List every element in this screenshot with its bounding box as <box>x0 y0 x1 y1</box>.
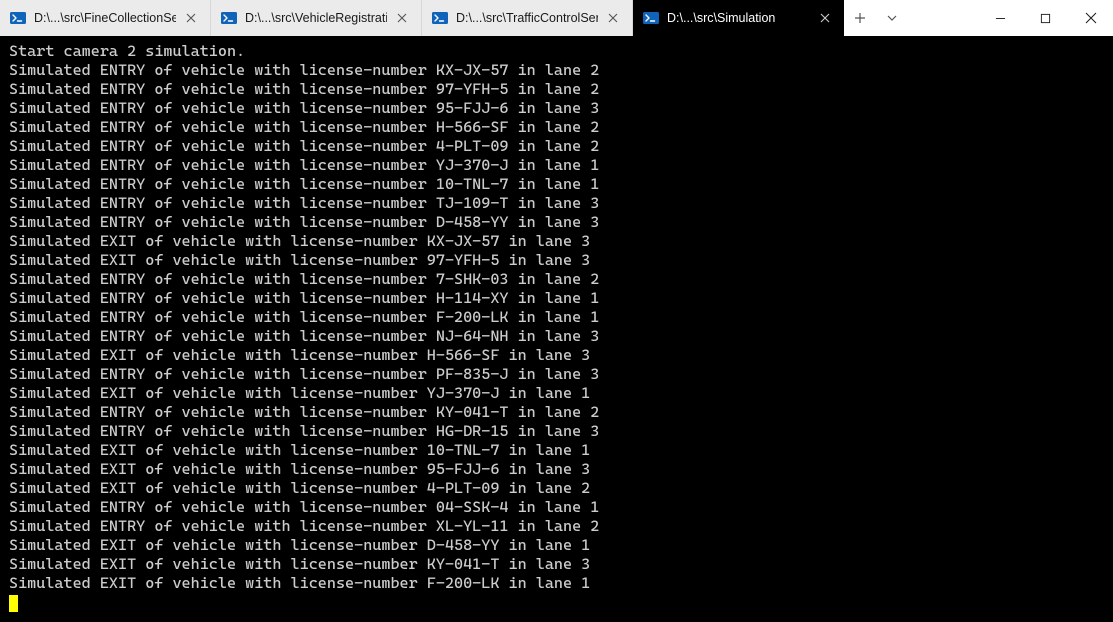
terminal-line: Simulated ENTRY of vehicle with license-… <box>9 213 1104 232</box>
titlebar-drag-area[interactable] <box>908 0 978 36</box>
terminal-line: Simulated ENTRY of vehicle with license-… <box>9 99 1104 118</box>
close-tab-button[interactable] <box>182 9 200 27</box>
tab-dropdown-button[interactable] <box>876 0 908 36</box>
terminal-output[interactable]: Start camera 2 simulation.Simulated ENTR… <box>0 36 1113 622</box>
tab-label: D:\...\src\TrafficControlServi <box>456 11 598 25</box>
terminal-line: Simulated ENTRY of vehicle with license-… <box>9 118 1104 137</box>
tab-traffic-control[interactable]: D:\...\src\TrafficControlServi <box>422 0 633 36</box>
tab-vehicle-registration[interactable]: D:\...\src\VehicleRegistration <box>211 0 422 36</box>
close-tab-button[interactable] <box>604 9 622 27</box>
terminal-line: Simulated ENTRY of vehicle with license-… <box>9 270 1104 289</box>
close-window-button[interactable] <box>1068 0 1113 36</box>
terminal-line: Simulated ENTRY of vehicle with license-… <box>9 137 1104 156</box>
tab-label: D:\...\src\Simulation <box>667 11 810 25</box>
terminal-line: Simulated ENTRY of vehicle with license-… <box>9 308 1104 327</box>
terminal-line: Simulated ENTRY of vehicle with license-… <box>9 61 1104 80</box>
terminal-line: Simulated ENTRY of vehicle with license-… <box>9 175 1104 194</box>
terminal-line: Simulated EXIT of vehicle with license-n… <box>9 384 1104 403</box>
tab-label: D:\...\src\VehicleRegistration <box>245 11 387 25</box>
terminal-line: Start camera 2 simulation. <box>9 42 1104 61</box>
terminal-line: Simulated ENTRY of vehicle with license-… <box>9 289 1104 308</box>
terminal-line: Simulated ENTRY of vehicle with license-… <box>9 498 1104 517</box>
powershell-icon <box>10 10 26 26</box>
maximize-button[interactable] <box>1023 0 1068 36</box>
terminal-line: Simulated ENTRY of vehicle with license-… <box>9 403 1104 422</box>
terminal-line: Simulated EXIT of vehicle with license-n… <box>9 555 1104 574</box>
terminal-line: Simulated EXIT of vehicle with license-n… <box>9 251 1104 270</box>
powershell-icon <box>221 10 237 26</box>
close-tab-button[interactable] <box>816 9 834 27</box>
terminal-line: Simulated EXIT of vehicle with license-n… <box>9 232 1104 251</box>
tab-simulation[interactable]: D:\...\src\Simulation <box>633 0 844 36</box>
terminal-line: Simulated EXIT of vehicle with license-n… <box>9 479 1104 498</box>
window-controls <box>978 0 1113 36</box>
tab-fine-collection[interactable]: D:\...\src\FineCollectionServ <box>0 0 211 36</box>
powershell-icon <box>643 10 659 26</box>
terminal-line: Simulated ENTRY of vehicle with license-… <box>9 517 1104 536</box>
terminal-line: Simulated EXIT of vehicle with license-n… <box>9 574 1104 593</box>
minimize-button[interactable] <box>978 0 1023 36</box>
terminal-line: Simulated ENTRY of vehicle with license-… <box>9 422 1104 441</box>
terminal-line: Simulated EXIT of vehicle with license-n… <box>9 536 1104 555</box>
tab-label: D:\...\src\FineCollectionServ <box>34 11 176 25</box>
new-tab-button[interactable] <box>844 0 876 36</box>
titlebar: D:\...\src\FineCollectionServ D:\...\src… <box>0 0 1113 36</box>
powershell-icon <box>432 10 448 26</box>
terminal-line: Simulated EXIT of vehicle with license-n… <box>9 346 1104 365</box>
terminal-line: Simulated ENTRY of vehicle with license-… <box>9 327 1104 346</box>
tab-strip: D:\...\src\FineCollectionServ D:\...\src… <box>0 0 844 36</box>
terminal-line: Simulated EXIT of vehicle with license-n… <box>9 441 1104 460</box>
terminal-line: Simulated ENTRY of vehicle with license-… <box>9 156 1104 175</box>
terminal-line: Simulated ENTRY of vehicle with license-… <box>9 365 1104 384</box>
tab-actions <box>844 0 908 36</box>
terminal-line: Simulated EXIT of vehicle with license-n… <box>9 460 1104 479</box>
close-tab-button[interactable] <box>393 9 411 27</box>
terminal-line: Simulated ENTRY of vehicle with license-… <box>9 194 1104 213</box>
terminal-cursor <box>9 595 18 612</box>
terminal-line: Simulated ENTRY of vehicle with license-… <box>9 80 1104 99</box>
